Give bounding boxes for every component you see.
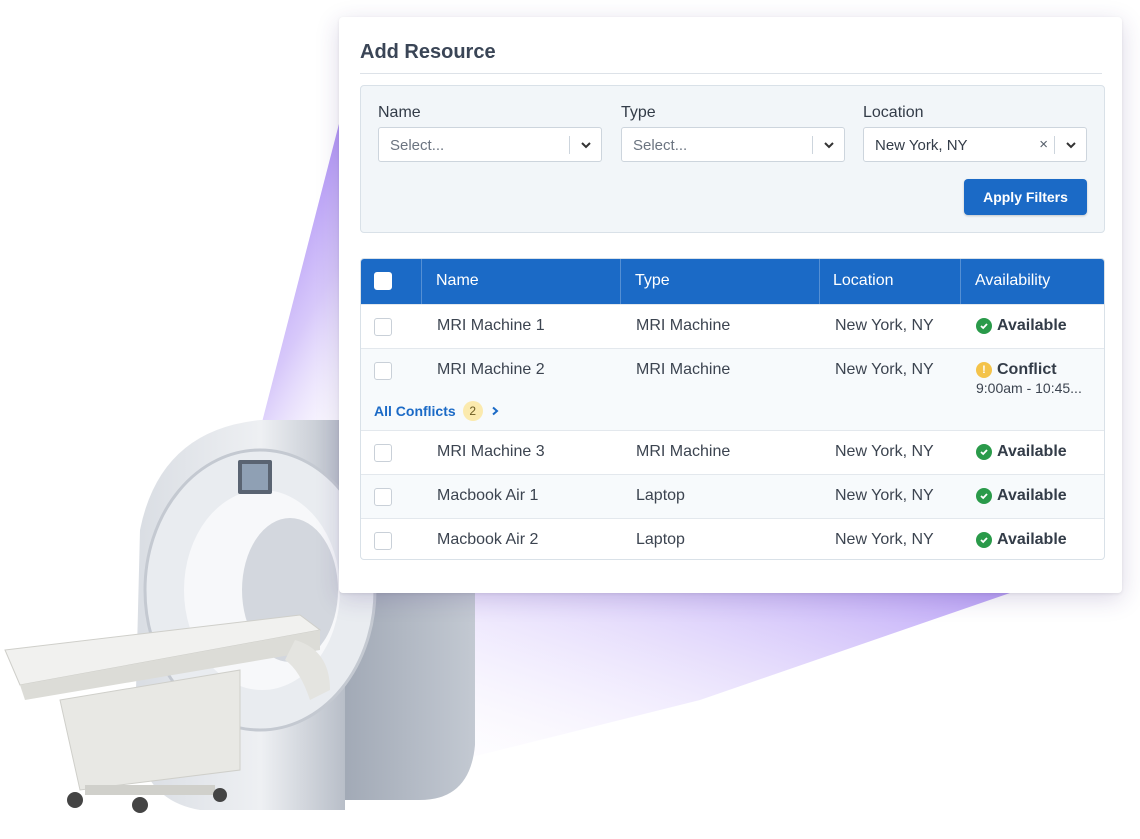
warning-circle-icon: ! [976, 362, 992, 378]
row-location: New York, NY [835, 443, 934, 460]
row-checkbox[interactable] [374, 444, 392, 462]
availability-status: ! Conflict [976, 361, 1057, 379]
select-all-checkbox[interactable] [374, 272, 392, 290]
name-filter-placeholder: Select... [390, 137, 445, 154]
resource-table: Name Type Location Availability MRI Mach… [360, 258, 1105, 560]
row-name: MRI Machine 3 [437, 443, 545, 460]
column-divider [960, 259, 961, 304]
row-checkbox[interactable] [374, 488, 392, 506]
row-location: New York, NY [835, 317, 934, 334]
row-name: Macbook Air 1 [437, 487, 539, 504]
column-header-name[interactable]: Name [436, 272, 479, 290]
card-title: Add Resource [360, 41, 496, 63]
table-row[interactable]: Macbook Air 1 Laptop New York, NY Availa… [361, 474, 1104, 518]
name-filter-select[interactable]: Select... [378, 127, 602, 162]
title-divider [360, 73, 1102, 74]
row-type: MRI Machine [636, 443, 731, 460]
apply-filters-button[interactable]: Apply Filters [964, 179, 1087, 215]
availability-status: Available [976, 531, 1067, 549]
row-checkbox[interactable] [374, 318, 392, 336]
availability-text: Available [997, 487, 1067, 504]
select-separator [812, 136, 813, 154]
availability-status: Available [976, 443, 1067, 461]
clear-icon[interactable]: × [1039, 136, 1048, 153]
chevron-down-icon[interactable] [1065, 139, 1077, 151]
type-filter-placeholder: Select... [633, 137, 688, 154]
column-header-availability[interactable]: Availability [975, 272, 1050, 290]
column-header-location[interactable]: Location [833, 272, 894, 290]
chevron-right-icon[interactable] [490, 406, 500, 416]
row-type: Laptop [636, 487, 685, 504]
table-row[interactable]: Macbook Air 2 Laptop New York, NY Availa… [361, 518, 1104, 559]
column-header-type[interactable]: Type [635, 272, 670, 290]
select-separator [1054, 136, 1055, 154]
type-filter-label: Type [621, 104, 656, 121]
location-filter-select[interactable]: New York, NY × [863, 127, 1087, 162]
column-divider [421, 259, 422, 304]
name-filter-label: Name [378, 104, 421, 121]
table-row[interactable]: MRI Machine 2 MRI Machine New York, NY !… [361, 348, 1104, 430]
table-row[interactable]: MRI Machine 3 MRI Machine New York, NY A… [361, 430, 1104, 474]
row-name: Macbook Air 2 [437, 531, 539, 548]
availability-status: Available [976, 487, 1067, 505]
availability-text: Available [997, 443, 1067, 460]
row-name: MRI Machine 1 [437, 317, 545, 334]
location-filter-value: New York, NY [875, 137, 968, 154]
all-conflicts-link[interactable]: All Conflicts 2 [374, 401, 500, 421]
check-circle-icon [976, 318, 992, 334]
availability-text: Conflict [997, 361, 1057, 378]
row-type: MRI Machine [636, 317, 731, 334]
check-circle-icon [976, 488, 992, 504]
availability-text: Available [997, 531, 1067, 548]
all-conflicts-label[interactable]: All Conflicts [374, 403, 456, 419]
row-type: MRI Machine [636, 361, 731, 378]
table-header: Name Type Location Availability [361, 259, 1104, 304]
chevron-down-icon[interactable] [823, 139, 835, 151]
check-circle-icon [976, 444, 992, 460]
conflicts-count-badge: 2 [462, 401, 483, 421]
column-divider [819, 259, 820, 304]
conflict-time: 9:00am - 10:45... [976, 380, 1082, 396]
chevron-down-icon[interactable] [580, 139, 592, 151]
row-name: MRI Machine 2 [437, 361, 545, 378]
check-circle-icon [976, 532, 992, 548]
add-resource-card: Add Resource Name Select... Type Select.… [339, 17, 1122, 593]
row-type: Laptop [636, 531, 685, 548]
availability-text: Available [997, 317, 1067, 334]
location-filter-label: Location [863, 104, 924, 121]
table-row[interactable]: MRI Machine 1 MRI Machine New York, NY A… [361, 304, 1104, 348]
column-divider [620, 259, 621, 304]
filter-panel: Name Select... Type Select... Location N… [360, 85, 1105, 233]
row-checkbox[interactable] [374, 532, 392, 550]
row-location: New York, NY [835, 361, 934, 378]
row-location: New York, NY [835, 487, 934, 504]
type-filter-select[interactable]: Select... [621, 127, 845, 162]
row-checkbox[interactable] [374, 362, 392, 380]
row-location: New York, NY [835, 531, 934, 548]
select-separator [569, 136, 570, 154]
availability-status: Available [976, 317, 1067, 335]
